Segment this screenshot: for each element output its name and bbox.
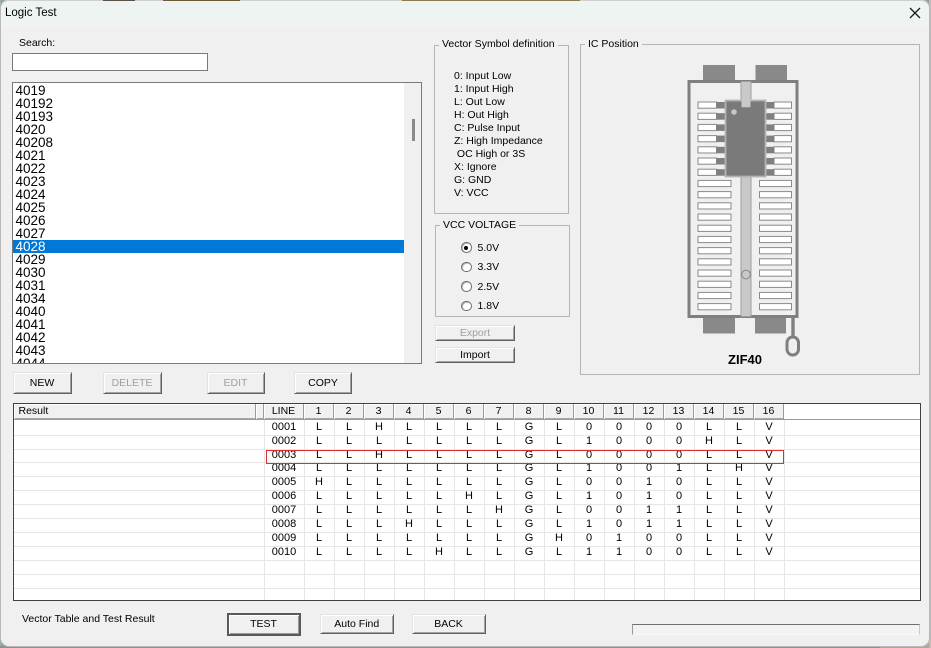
- svg-text:ZIF40: ZIF40: [728, 352, 762, 367]
